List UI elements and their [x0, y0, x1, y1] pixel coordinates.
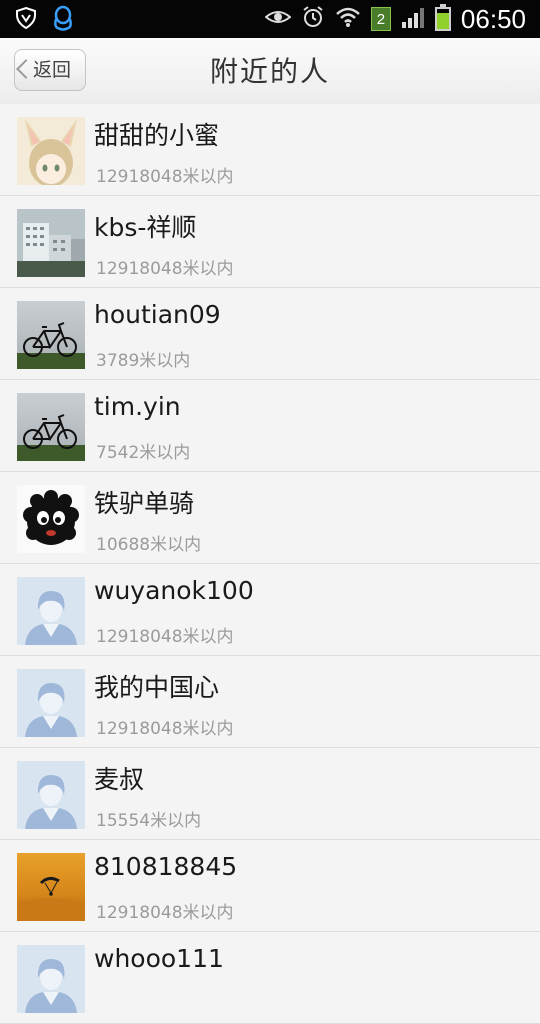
- list-item[interactable]: 810818845 12918048米以内: [0, 840, 540, 932]
- list-item[interactable]: whooo111: [0, 932, 540, 1024]
- person-distance: 12918048米以内: [96, 719, 234, 739]
- avatar[interactable]: [17, 669, 85, 737]
- avatar[interactable]: [17, 485, 85, 553]
- person-name: 麦叔: [94, 765, 145, 794]
- eye-icon: [264, 7, 292, 31]
- qq-penguin-icon: [52, 5, 74, 35]
- list-item[interactable]: 我的中国心 12918048米以内: [0, 656, 540, 748]
- clock-time: 06:50: [460, 4, 526, 34]
- list-item[interactable]: tim.yin 7542米以内: [0, 380, 540, 472]
- person-distance: 10688米以内: [96, 535, 202, 555]
- person-distance: 12918048米以内: [96, 627, 234, 647]
- list-item[interactable]: houtian09 3789米以内: [0, 288, 540, 380]
- avatar[interactable]: [17, 209, 85, 277]
- list-item[interactable]: 甜甜的小蜜 12918048米以内: [0, 104, 540, 196]
- title-bar: 返回 附近的人: [0, 38, 540, 105]
- person-distance: 7542米以内: [96, 443, 191, 463]
- page-title: 附近的人: [209, 55, 330, 88]
- person-name: houtian09: [94, 300, 221, 329]
- notification-badge: 2: [370, 7, 391, 31]
- avatar[interactable]: [17, 577, 85, 645]
- alarm-icon: [301, 5, 325, 33]
- wifi-icon: [335, 6, 361, 32]
- status-bar: 2 06:50: [0, 0, 540, 38]
- list-item[interactable]: 铁驴单骑 10688米以内: [0, 472, 540, 564]
- person-distance: 3789米以内: [96, 351, 191, 371]
- person-distance: 15554米以内: [96, 811, 202, 831]
- list-item[interactable]: kbs-祥顺 12918048米以内: [0, 196, 540, 288]
- list-item[interactable]: wuyanok100 12918048米以内: [0, 564, 540, 656]
- avatar[interactable]: [17, 117, 85, 185]
- person-name: 甜甜的小蜜: [94, 121, 220, 150]
- avatar[interactable]: [17, 945, 85, 1013]
- signal-icon: [401, 6, 425, 32]
- person-name: 我的中国心: [94, 673, 220, 702]
- status-right-icons: 2 06:50: [264, 4, 526, 34]
- nearby-people-list: 甜甜的小蜜 12918048米以内 kbs-祥顺 12918048米以内 houtian…: [0, 104, 540, 1024]
- person-name: 铁驴单骑: [94, 489, 195, 518]
- battery-icon: [434, 4, 451, 31]
- person-name: whooo111: [94, 944, 224, 973]
- person-distance: 12918048米以内: [96, 259, 234, 279]
- person-name: tim.yin: [94, 392, 181, 421]
- avatar[interactable]: [17, 301, 85, 369]
- person-distance: 12918048米以内: [96, 903, 234, 923]
- list-item[interactable]: 麦叔 15554米以内: [0, 748, 540, 840]
- person-distance: 12918048米以内: [96, 167, 234, 187]
- avatar[interactable]: [17, 853, 85, 921]
- avatar[interactable]: [17, 393, 85, 461]
- person-name: kbs-祥顺: [94, 213, 197, 242]
- status-left-icons: [14, 5, 74, 35]
- person-name: wuyanok100: [94, 576, 254, 605]
- avatar[interactable]: [17, 761, 85, 829]
- person-name: 810818845: [94, 852, 238, 881]
- shield-icon: [14, 6, 38, 34]
